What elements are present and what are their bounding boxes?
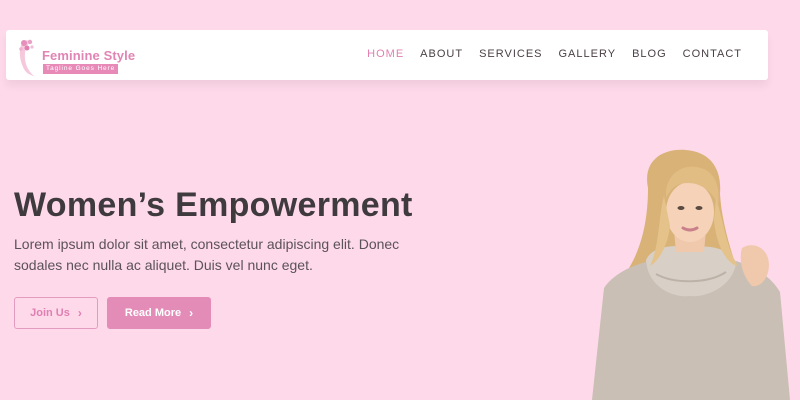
chevron-right-icon: › [189, 306, 194, 320]
brand-tagline: Tagline Goes Here [43, 64, 119, 74]
brand-name: Feminine Style [42, 48, 136, 63]
nav-item-gallery[interactable]: GALLERY [559, 48, 617, 60]
join-us-button[interactable]: Join Us › [14, 297, 98, 329]
nav-item-blog[interactable]: BLOG [632, 48, 667, 60]
join-us-label: Join Us [30, 307, 70, 319]
hero-title: Women’s Empowerment [14, 186, 413, 224]
hero-description: Lorem ipsum dolor sit amet, consectetur … [14, 236, 400, 273]
read-more-button[interactable]: Read More › [107, 297, 211, 329]
model-photo [592, 149, 790, 400]
chevron-right-icon: › [77, 306, 82, 320]
nav-item-about[interactable]: ABOUT [420, 48, 463, 60]
read-more-label: Read More [124, 307, 182, 319]
page: Feminine Style Tagline Goes Here HOME AB… [0, 0, 800, 400]
main-nav: HOME ABOUT SERVICES GALLERY BLOG CONTACT [367, 48, 742, 60]
site-header: Feminine Style Tagline Goes Here HOME AB… [6, 30, 768, 80]
nav-item-home[interactable]: HOME [367, 48, 404, 60]
nav-item-contact[interactable]: CONTACT [683, 48, 742, 60]
logo[interactable]: Feminine Style Tagline Goes Here [14, 35, 154, 77]
nav-item-services[interactable]: SERVICES [479, 48, 542, 60]
floral-logo-icon [19, 39, 34, 76]
